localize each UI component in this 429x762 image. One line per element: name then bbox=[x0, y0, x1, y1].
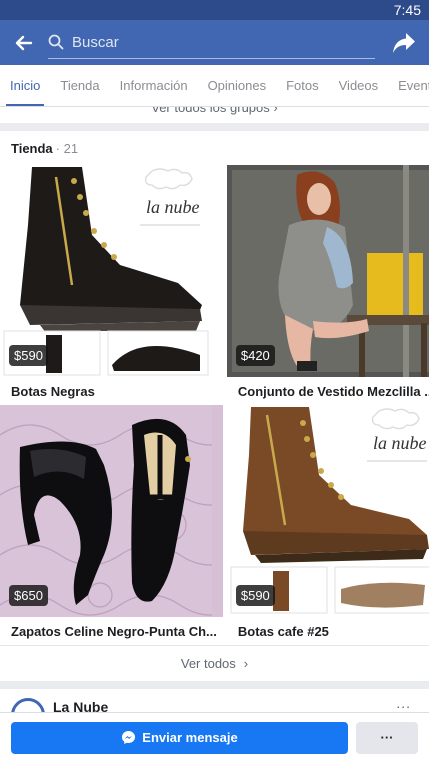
page-tabs: Inicio Tienda Información Opiniones Foto… bbox=[0, 65, 429, 107]
product-card[interactable]: la nube $590 Botas cafe #25 bbox=[226, 405, 429, 645]
share-icon bbox=[393, 32, 415, 53]
chevron-right-icon: › bbox=[243, 656, 249, 671]
shop-header: Tienda · 21 bbox=[0, 131, 429, 165]
product-card[interactable]: $650 Zapatos Celine Negro-Punta Ch... bbox=[0, 405, 223, 645]
tab-videos[interactable]: Videos bbox=[329, 65, 389, 106]
shop-title: Tienda bbox=[11, 140, 53, 156]
chevron-right-icon: › bbox=[273, 107, 278, 115]
top-bar bbox=[0, 20, 429, 65]
tab-opiniones[interactable]: Opiniones bbox=[198, 65, 277, 106]
search-input[interactable] bbox=[72, 33, 375, 51]
product-card[interactable]: la nube $590 Botas Negras bbox=[0, 165, 223, 405]
product-image[interactable]: $420 bbox=[226, 165, 429, 377]
send-message-button[interactable]: Enviar mensaje bbox=[11, 721, 348, 754]
share-button[interactable] bbox=[389, 28, 419, 58]
messenger-icon bbox=[121, 730, 136, 745]
product-name[interactable]: Conjunto de Vestido Mezclilla ... bbox=[227, 377, 429, 405]
product-name[interactable]: Zapatos Celine Negro-Punta Ch... bbox=[0, 617, 223, 645]
see-all-products-link[interactable]: Ver todos › bbox=[0, 645, 429, 681]
product-price: $590 bbox=[9, 345, 48, 366]
status-time: 7:45 bbox=[393, 2, 421, 18]
product-grid: la nube $590 Botas Negras $420 Conjunto … bbox=[0, 165, 429, 645]
tab-eventos[interactable]: Event bbox=[388, 65, 429, 106]
groups-section: Ver todos los grupos › bbox=[0, 107, 429, 123]
search-bar[interactable] bbox=[48, 27, 375, 59]
product-image[interactable]: la nube $590 bbox=[226, 405, 429, 617]
product-price: $650 bbox=[9, 585, 48, 606]
tab-informacion[interactable]: Información bbox=[110, 65, 198, 106]
shop-section: Tienda · 21 la nube $590 Botas Negras $4… bbox=[0, 131, 429, 681]
brand-watermark: la nube bbox=[146, 197, 200, 217]
more-actions-button[interactable]: ··· bbox=[356, 721, 418, 754]
product-price: $590 bbox=[235, 585, 275, 606]
shop-count: · 21 bbox=[55, 140, 79, 156]
tab-inicio[interactable]: Inicio bbox=[0, 65, 50, 106]
product-image[interactable]: $650 bbox=[0, 405, 223, 617]
tab-fotos[interactable]: Fotos bbox=[276, 65, 329, 106]
see-all-groups-link[interactable]: Ver todos los grupos › bbox=[0, 107, 429, 115]
brand-watermark: la nube bbox=[373, 433, 427, 453]
product-image[interactable]: la nube $590 bbox=[0, 165, 223, 377]
product-name[interactable]: Botas Negras bbox=[0, 377, 223, 405]
product-price: $420 bbox=[235, 345, 275, 366]
product-name[interactable]: Botas cafe #25 bbox=[227, 617, 429, 645]
search-icon bbox=[48, 33, 66, 51]
more-options-icon[interactable]: ... bbox=[396, 695, 411, 711]
arrow-left-icon bbox=[15, 35, 33, 50]
status-bar: 7:45 bbox=[0, 0, 429, 20]
tab-tienda[interactable]: Tienda bbox=[50, 65, 109, 106]
back-button[interactable] bbox=[10, 29, 38, 57]
product-card[interactable]: $420 Conjunto de Vestido Mezclilla ... bbox=[226, 165, 429, 405]
bottom-action-bar: Enviar mensaje ··· bbox=[0, 712, 429, 762]
